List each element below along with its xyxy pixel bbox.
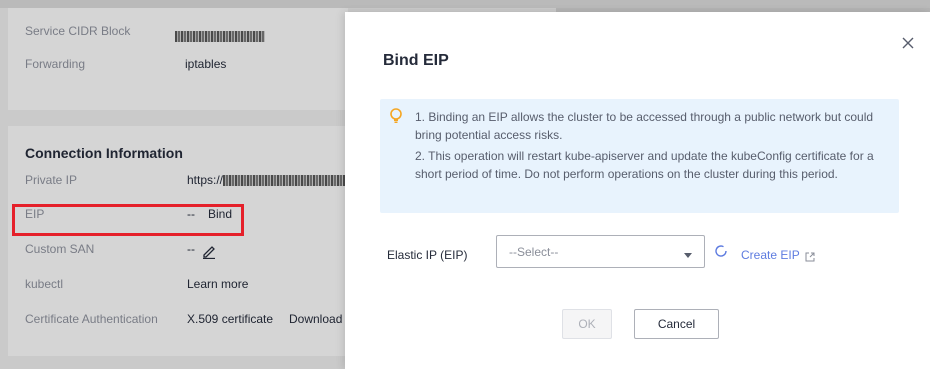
eip-select[interactable]: --Select-- <box>496 235 705 268</box>
forwarding-value: iptables <box>185 57 227 71</box>
alert-line-2: 2. This operation will restart kube-apis… <box>415 149 874 181</box>
kubectl-learn-more-link[interactable]: Learn more <box>187 277 248 291</box>
eip-select-placeholder: --Select-- <box>509 245 559 259</box>
service-cidr-label: Service CIDR Block <box>25 24 131 38</box>
forwarding-label: Forwarding <box>25 57 86 71</box>
close-icon[interactable] <box>901 36 915 50</box>
cert-download-link[interactable]: Download <box>289 312 342 326</box>
kubectl-label: kubectl <box>25 277 64 291</box>
eip-highlight-box <box>12 204 244 236</box>
private-ip-value: https:// <box>187 173 354 187</box>
lightbulb-icon <box>389 108 403 124</box>
connection-info-title: Connection Information <box>25 145 183 161</box>
custom-san-value: -- <box>187 242 195 256</box>
custom-san-label: Custom SAN <box>25 242 95 256</box>
private-ip-label: Private IP <box>25 173 78 187</box>
top-strip <box>0 0 930 8</box>
cancel-button[interactable]: Cancel <box>634 309 719 339</box>
chevron-down-icon <box>684 248 692 258</box>
ok-button[interactable]: OK <box>562 309 612 339</box>
refresh-icon[interactable] <box>714 244 728 258</box>
create-eip-label: Create EIP <box>741 248 800 262</box>
dialog-title: Bind EIP <box>383 52 449 69</box>
service-cidr-value-redacted <box>175 29 265 43</box>
external-link-icon <box>805 251 815 262</box>
eip-field-label: Elastic IP (EIP) <box>387 248 468 262</box>
create-eip-link[interactable]: Create EIP <box>741 248 815 262</box>
alert-line-1: 1. Binding an EIP allows the cluster to … <box>415 110 874 142</box>
warning-alert: 1. Binding an EIP allows the cluster to … <box>380 99 899 213</box>
basic-info-card: Service CIDR Block Forwarding iptables <box>8 8 348 110</box>
pencil-icon[interactable] <box>201 243 217 259</box>
cert-auth-value: X.509 certificate <box>187 312 274 326</box>
cert-auth-label: Certificate Authentication <box>25 312 158 326</box>
bind-eip-dialog: Bind EIP 1. Binding an EIP allows the cl… <box>345 12 930 369</box>
alert-text: 1. Binding an EIP allows the cluster to … <box>415 108 890 186</box>
